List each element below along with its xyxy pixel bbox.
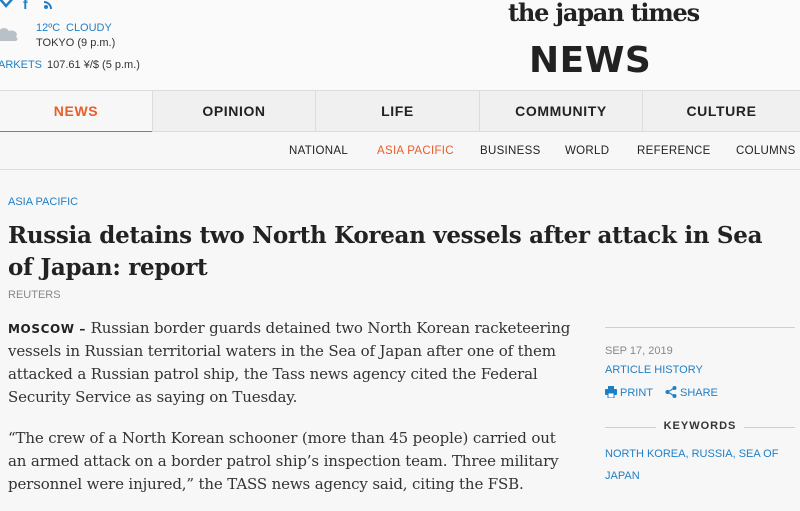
subnav-item-world[interactable]: WORLD — [565, 132, 609, 170]
nav-item-culture[interactable]: CULTURE — [643, 91, 800, 132]
nav-item-news[interactable]: NEWS — [0, 91, 153, 133]
keywords-heading-text: KEYWORDS — [655, 420, 745, 432]
subnav-item-national[interactable]: NATIONAL — [289, 132, 348, 170]
site-logo[interactable]: the japan times — [508, 0, 700, 27]
temperature: 12ºC — [36, 22, 61, 34]
markets-link[interactable]: ARKETS — [0, 59, 42, 71]
article-paragraph: “The crew of a North Korean schooner (mo… — [8, 429, 559, 493]
article-byline: REUTERS — [8, 289, 61, 301]
twitter-icon[interactable] — [0, 0, 14, 12]
subnav-item-asia-pacific[interactable]: ASIA PACIFIC — [377, 132, 454, 170]
cloud-icon — [0, 28, 18, 41]
print-label: PRINT — [620, 387, 653, 399]
article-paragraph: MOSCOW – Russian border guards detained … — [8, 317, 578, 409]
facebook-icon[interactable]: f — [23, 0, 28, 12]
publish-date: SEP 17, 2019 — [605, 345, 673, 357]
article-category-link[interactable]: ASIA PACIFIC — [8, 196, 78, 208]
rss-icon[interactable] — [43, 0, 56, 12]
site-header: f 12ºC CLOUDY TOKYO (9 p.m.) ARKETS 107.… — [0, 0, 800, 90]
main-nav: NEWS OPINION LIFE COMMUNITY CULTURE — [0, 90, 800, 133]
keywords-heading: KEYWORDS — [605, 420, 795, 432]
section-title: NEWS — [529, 40, 652, 81]
keyword-link[interactable]: RUSSIA — [692, 448, 733, 460]
article-dateline: MOSCOW – — [8, 322, 87, 336]
weather-location: TOKYO (9 p.m.) — [36, 37, 116, 49]
weather-widget[interactable]: 12ºC CLOUDY TOKYO (9 p.m.) — [0, 20, 130, 50]
printer-icon — [605, 386, 617, 398]
print-button[interactable]: PRINT — [605, 386, 653, 399]
nav-item-opinion[interactable]: OPINION — [153, 91, 316, 132]
keyword-link[interactable]: NORTH KOREA — [605, 448, 685, 460]
keywords-list: NORTH KOREA, RUSSIA, SEA OF JAPAN — [605, 443, 785, 487]
article-body: MOSCOW – Russian border guards detained … — [8, 317, 578, 511]
subnav-item-columns[interactable]: COLUMNS — [736, 132, 796, 170]
paragraph-text: Russian border guards detained two North… — [8, 319, 571, 406]
article-headline: Russia detains two North Korean vessels … — [8, 222, 763, 281]
article-history-link[interactable]: ARTICLE HISTORY — [605, 364, 703, 376]
article-sidebar: SEP 17, 2019 ARTICLE HISTORY PRINT SHARE… — [605, 327, 795, 482]
subnav-item-reference[interactable]: REFERENCE — [637, 132, 711, 170]
nav-item-life[interactable]: LIFE — [316, 91, 480, 132]
sub-nav: NATIONAL ASIA PACIFIC BUSINESS WORLD REF… — [0, 132, 800, 170]
share-button[interactable]: SHARE — [665, 386, 718, 399]
weather-condition: CLOUDY — [66, 22, 112, 34]
nav-item-community[interactable]: COMMUNITY — [480, 91, 643, 132]
subnav-item-business[interactable]: BUSINESS — [480, 132, 541, 170]
markets-value: 107.61 ¥/$ (5 p.m.) — [47, 59, 140, 71]
share-icon — [665, 386, 677, 398]
share-label: SHARE — [680, 387, 718, 399]
